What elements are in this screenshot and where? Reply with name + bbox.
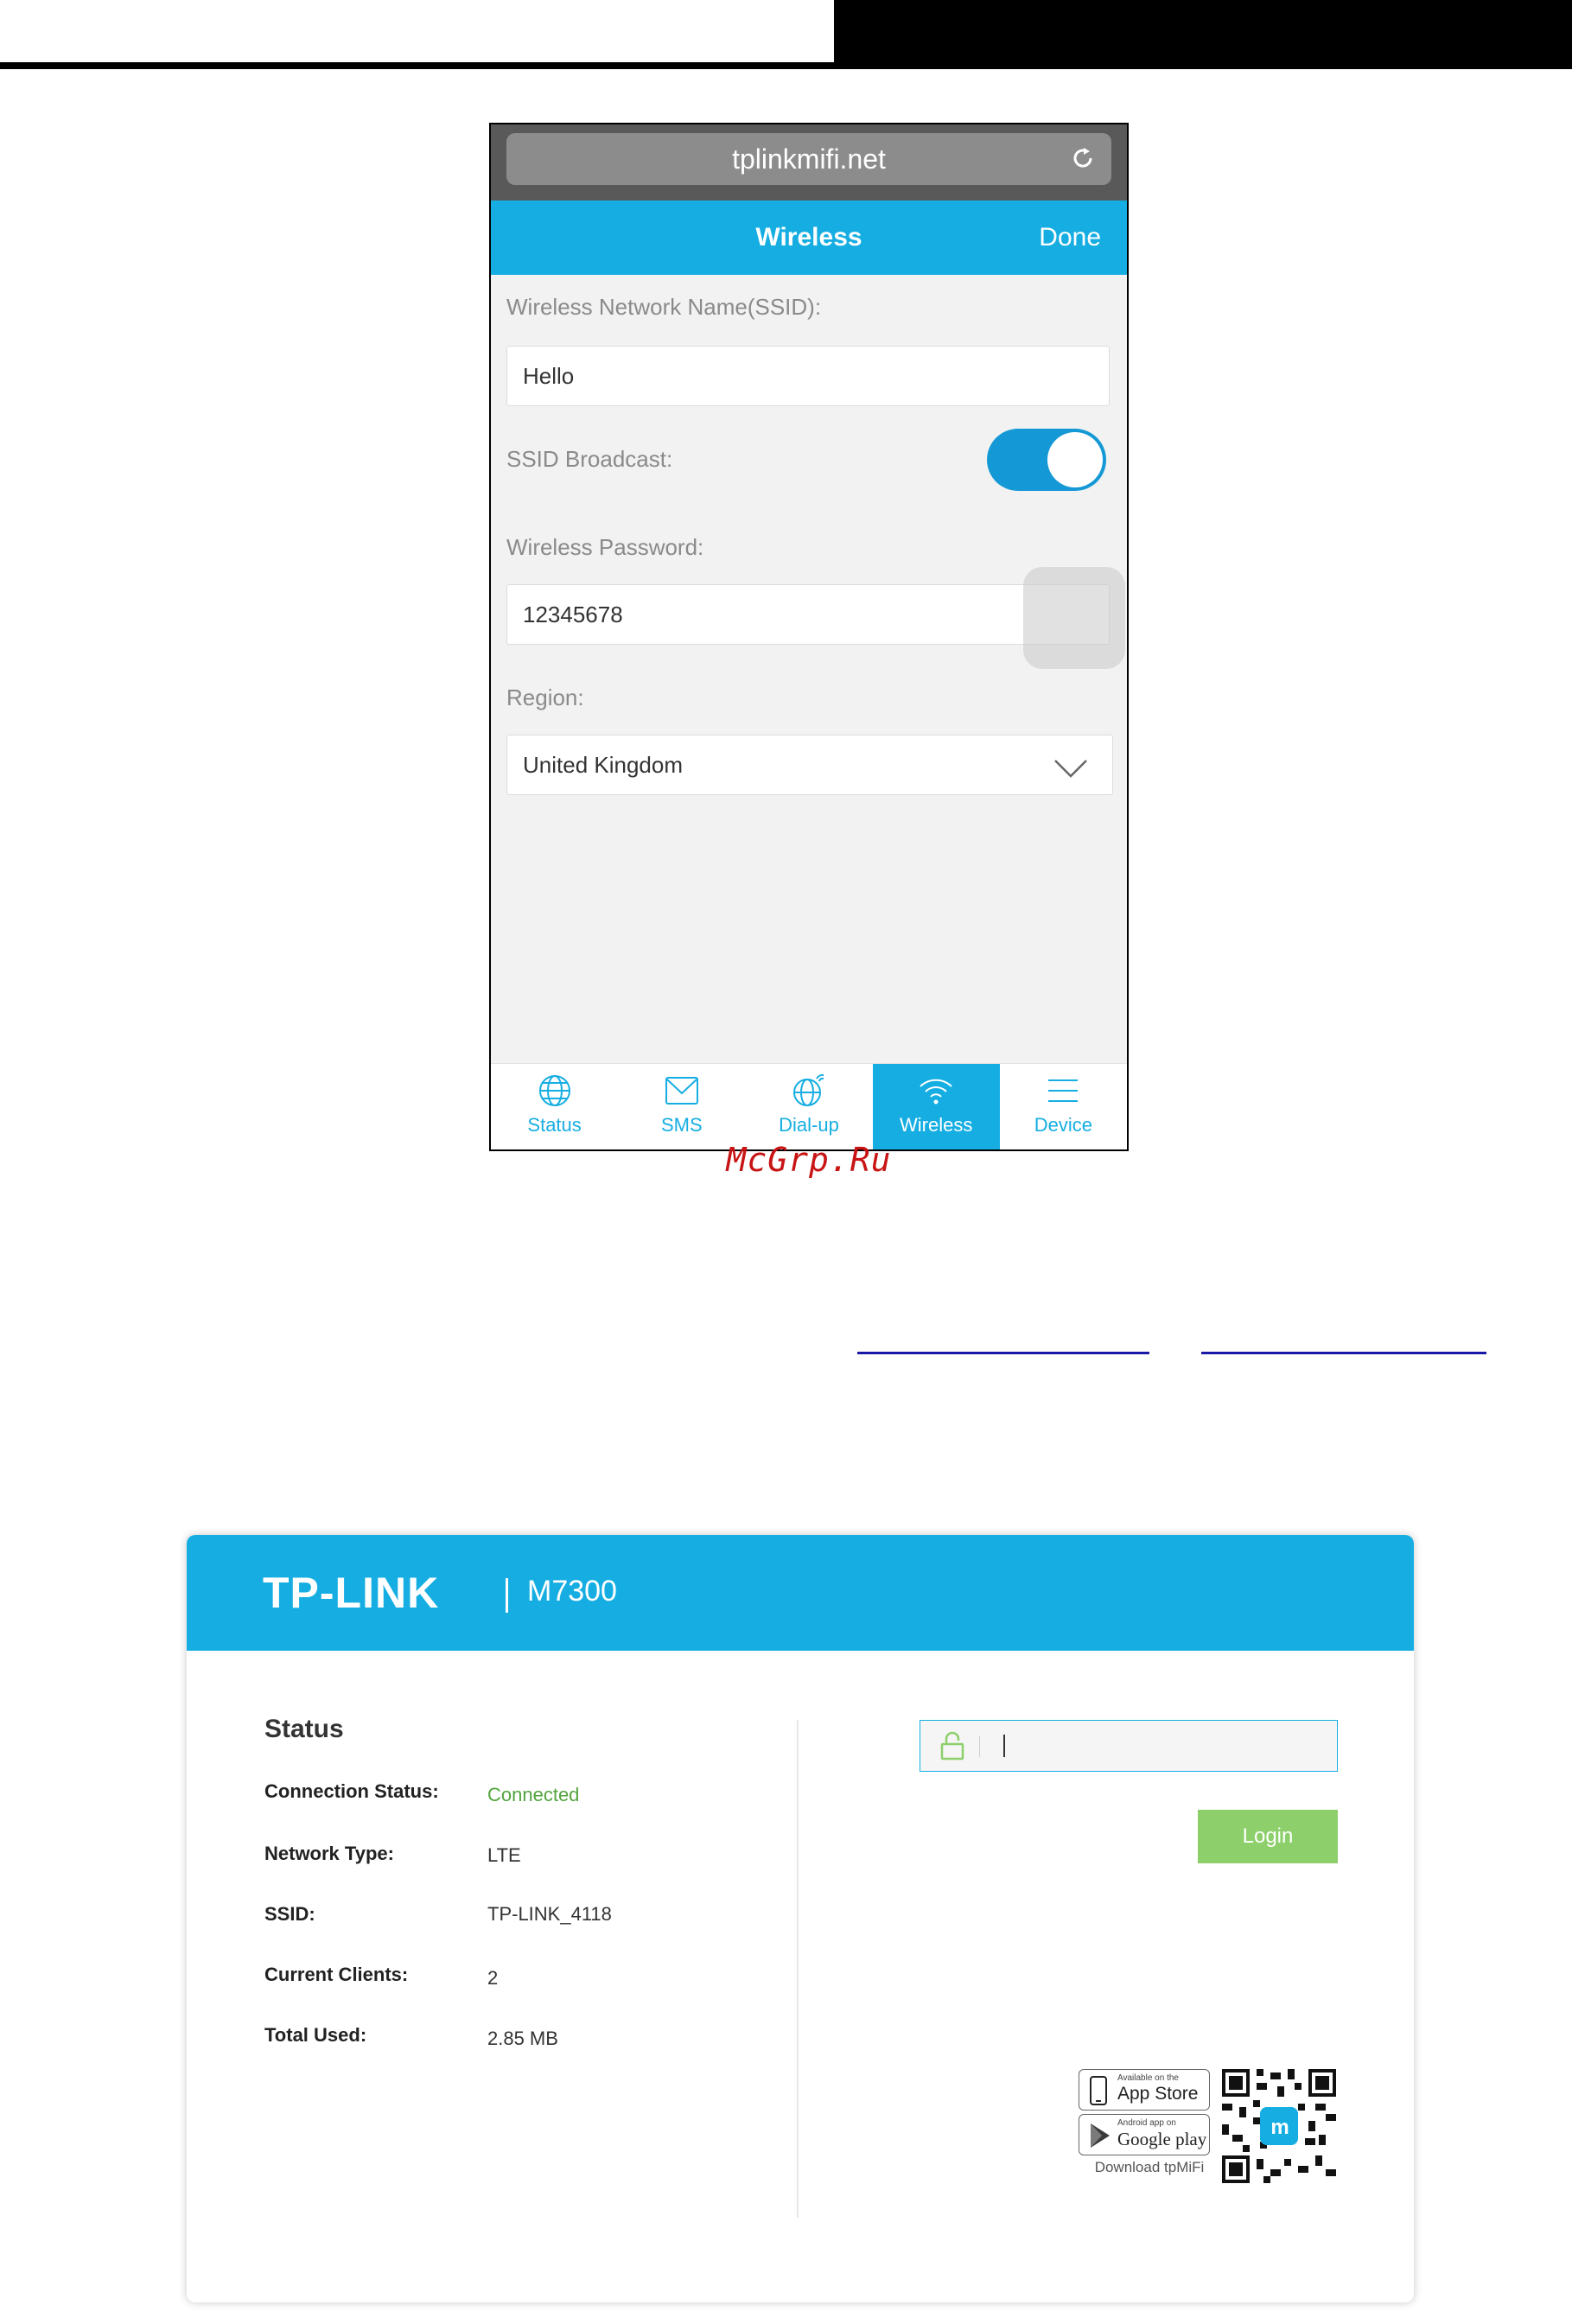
status-key: Connection Status:	[264, 1780, 439, 1802]
tab-dial-up[interactable]: Dial-up	[745, 1064, 872, 1149]
ssid-input[interactable]: Hello	[506, 346, 1110, 406]
tab-device[interactable]: Device	[1000, 1064, 1127, 1149]
tab-label: SMS	[660, 1114, 703, 1136]
tab-label: Wireless	[899, 1114, 973, 1136]
status-value: LTE	[487, 1844, 521, 1866]
watermark: McGrp.Ru	[726, 1141, 892, 1179]
input-divider	[979, 1736, 980, 1757]
page-title: Wireless	[755, 223, 862, 252]
login-button[interactable]: Login	[1198, 1810, 1338, 1863]
phone-screenshot: tplinkmifi.net Wireless Done Wireless Ne…	[489, 123, 1129, 1151]
password-input[interactable]	[920, 1720, 1338, 1772]
password-input[interactable]: 12345678	[506, 584, 1110, 645]
status-key: Total Used:	[264, 2024, 367, 2046]
address-url: tplinkmifi.net	[732, 143, 886, 175]
play-icon	[1091, 2123, 1110, 2148]
status-key: SSID:	[264, 1903, 315, 1925]
assistive-touch-dot	[1049, 593, 1099, 643]
chevron-down-icon	[1054, 760, 1087, 778]
page-header-line	[0, 62, 834, 69]
region-label: Region:	[506, 684, 584, 710]
column-divider	[797, 1720, 799, 2218]
tab-sms[interactable]: SMS	[618, 1064, 745, 1149]
tab-label: Dial-up	[779, 1114, 839, 1136]
status-key: Network Type:	[264, 1843, 394, 1864]
tab-status[interactable]: Status	[491, 1064, 618, 1149]
panel-header: TP-LINK M7300	[187, 1535, 1414, 1651]
ssid-broadcast-toggle[interactable]	[987, 429, 1106, 491]
region-value: United Kingdom	[523, 751, 683, 778]
region-select[interactable]: United Kingdom	[506, 735, 1113, 795]
status-value: TP-LINK_4118	[487, 1903, 612, 1925]
google-play-badge[interactable]: Android app on Google play	[1079, 2114, 1210, 2155]
bottom-tab-bar: Status SMS Dial-up Wireless Device	[491, 1063, 1127, 1149]
globe-signal-icon	[792, 1073, 824, 1106]
tplink-logo: TP-LINK	[263, 1569, 440, 1617]
password-label: Wireless Password:	[506, 534, 704, 560]
done-button[interactable]: Done	[1039, 201, 1101, 275]
app-store-small-text: Available on the	[1117, 2073, 1179, 2083]
phone-icon	[1090, 2076, 1107, 2105]
globe-icon	[538, 1075, 570, 1106]
qr-badge-letter: m	[1270, 2116, 1289, 2139]
google-play-small-text: Android app on	[1117, 2118, 1176, 2128]
lock-icon	[940, 1731, 964, 1761]
app-header: Wireless Done	[491, 201, 1127, 275]
status-title: Status	[264, 1715, 344, 1743]
app-store-badge[interactable]: Available on the App Store	[1079, 2069, 1210, 2111]
hyperlink-underline[interactable]	[1201, 1352, 1486, 1354]
menu-icon	[1048, 1079, 1079, 1102]
tab-label: Device	[1034, 1114, 1092, 1136]
status-value: 2	[487, 1967, 499, 1989]
tplink-login-panel: TP-LINK M7300 Status Connection Status: …	[187, 1535, 1414, 2302]
browser-chrome: tplinkmifi.net	[491, 124, 1127, 201]
wifi-icon	[920, 1079, 952, 1105]
page-header-block	[834, 0, 1572, 69]
header-divider	[506, 1578, 508, 1613]
assistive-touch-overlay[interactable]	[1023, 567, 1125, 669]
text-caret	[1003, 1735, 1005, 1757]
google-play-text: Google play	[1117, 2129, 1207, 2149]
address-bar[interactable]: tplinkmifi.net	[506, 133, 1111, 185]
hyperlink-underline[interactable]	[857, 1352, 1149, 1354]
status-key: Current Clients:	[264, 1964, 409, 1985]
ssid-broadcast-label: SSID Broadcast:	[506, 446, 673, 472]
status-value: 2.85 MB	[487, 2028, 558, 2049]
toggle-knob	[1047, 432, 1103, 487]
reload-icon[interactable]	[1070, 145, 1096, 171]
ssid-label: Wireless Network Name(SSID):	[506, 294, 822, 320]
status-value: Connected	[487, 1784, 580, 1805]
tab-wireless[interactable]: Wireless	[872, 1064, 1000, 1149]
model-name: M7300	[527, 1575, 617, 1608]
envelope-icon	[665, 1077, 698, 1105]
app-store-text: App Store	[1117, 2084, 1199, 2104]
tab-label: Status	[527, 1114, 582, 1136]
download-app-text: Download tpMiFi	[1094, 2159, 1205, 2175]
